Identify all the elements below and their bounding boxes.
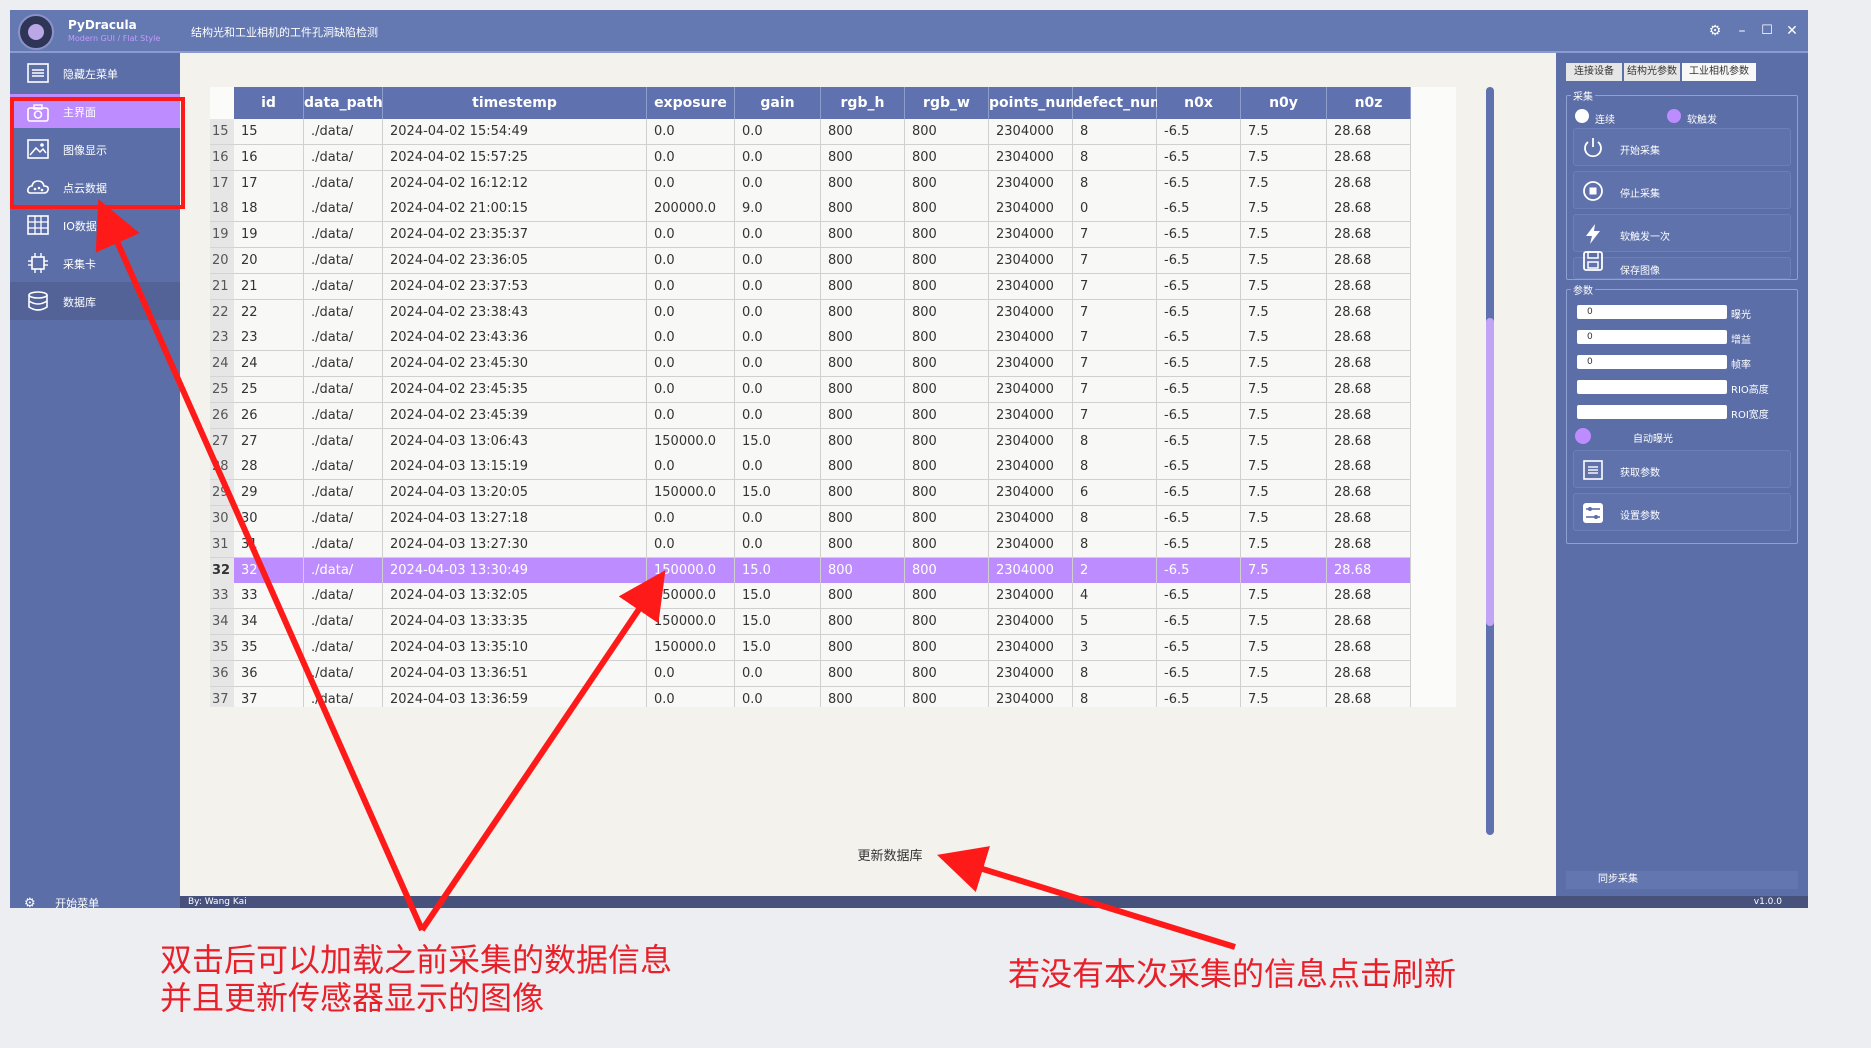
annotation-line-1: 双击后可以加载之前采集的数据信息 — [160, 941, 673, 979]
annotation-arrows — [95, 199, 1236, 950]
screenshot-root: PyDracula Modern GUI / Flat Style 结构光和工业… — [0, 0, 1871, 1048]
arrow-to-row — [419, 570, 666, 932]
arrow-to-menu — [95, 199, 425, 932]
annotation-refresh: 若没有本次采集的信息点击刷新 — [1008, 955, 1457, 993]
arrow-to-update-button — [937, 846, 1236, 950]
annotation-line-2: 并且更新传感器显示的图像 — [160, 979, 545, 1017]
